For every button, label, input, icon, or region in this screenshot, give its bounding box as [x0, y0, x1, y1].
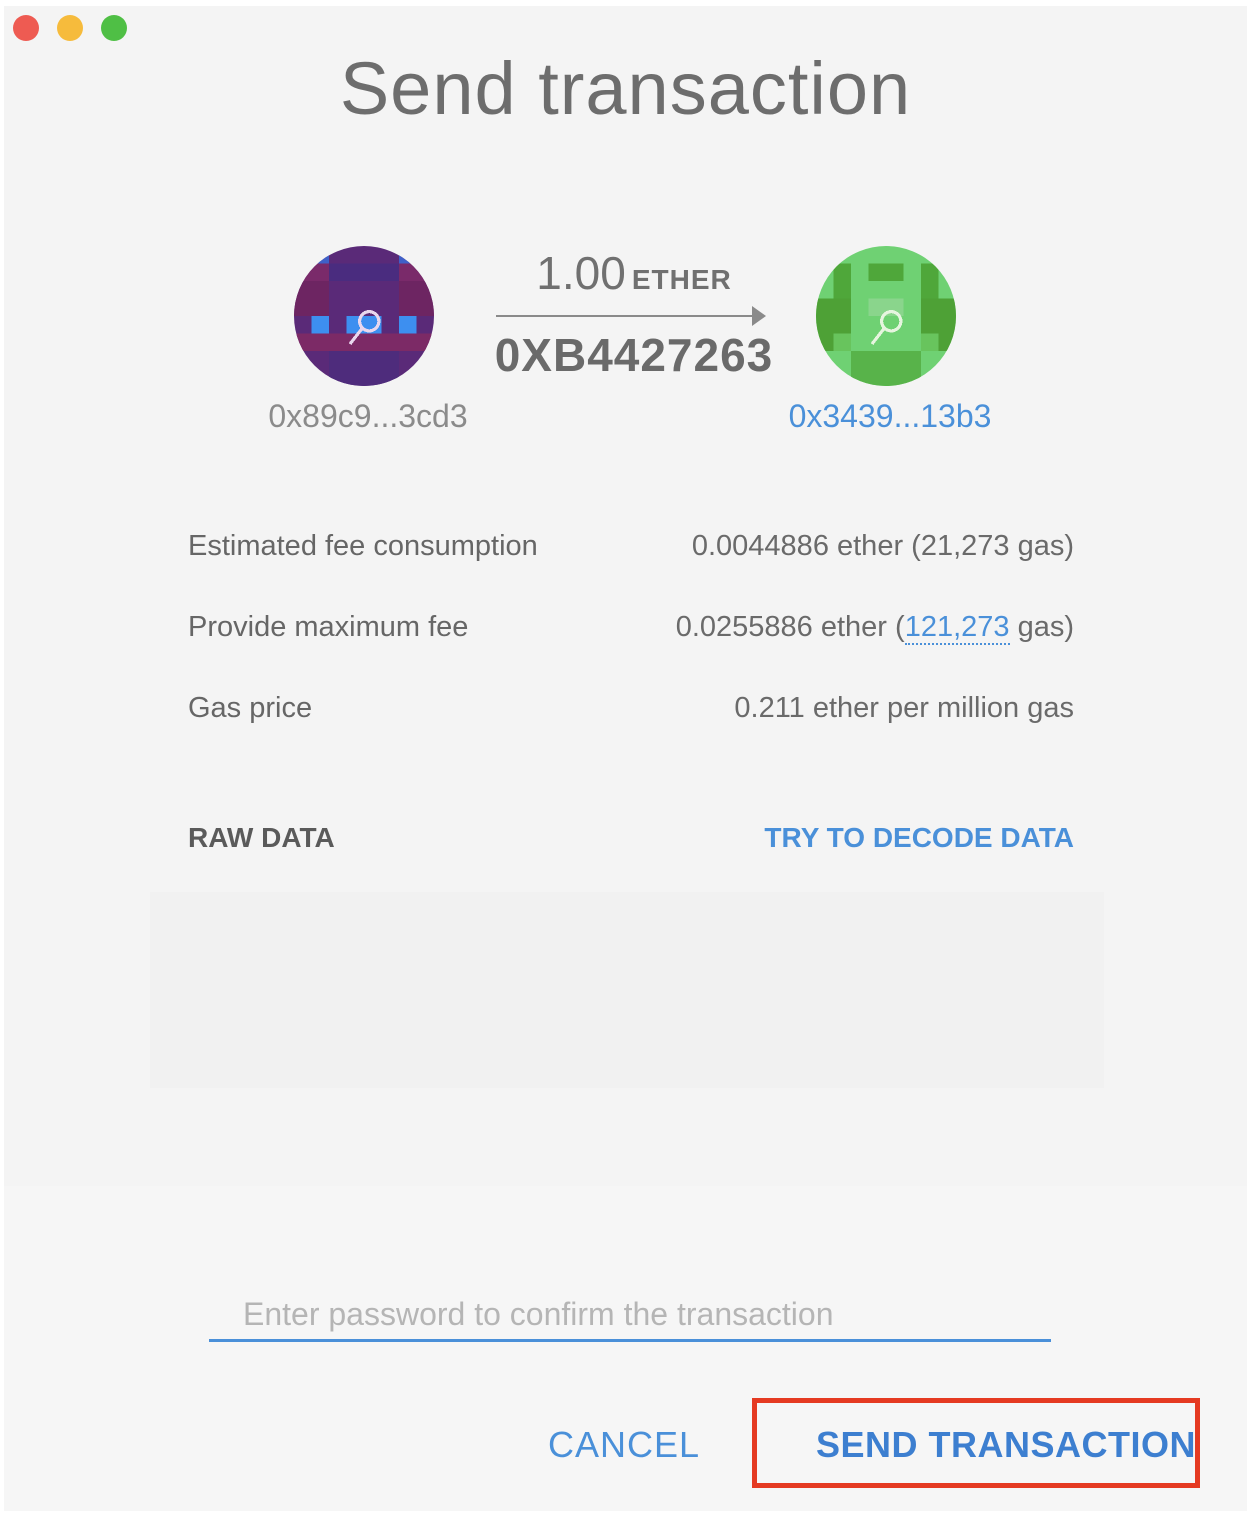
maximum-fee-value: 0.0255886 ether (121,273 gas) — [675, 610, 1074, 645]
amount-unit: ETHER — [631, 264, 732, 295]
from-account-identicon — [294, 246, 434, 386]
arrow-right-icon — [496, 306, 766, 326]
window-controls — [13, 15, 127, 41]
send-transaction-window: Send transaction 0x89c9...3cd3 1.00 ETHER — [4, 6, 1247, 1511]
raw-data-box[interactable] — [150, 892, 1104, 1088]
page-title: Send transaction — [339, 47, 912, 130]
estimated-fee-label: Estimated fee consumption — [188, 529, 538, 562]
close-window-button[interactable] — [13, 15, 39, 41]
gas-price-row: Gas price 0.211 ether per million gas — [188, 686, 1074, 730]
estimated-fee-row: Estimated fee consumption 0.0044886 ethe… — [188, 524, 1074, 568]
maximum-fee-row: Provide maximum fee 0.0255886 ether (121… — [188, 605, 1074, 649]
estimated-fee-value: 0.0044886 ether (21,273 gas) — [691, 529, 1074, 562]
amount-value: 1.00 — [536, 247, 626, 299]
gas-price-value: 0.211 ether per million gas — [734, 691, 1074, 724]
to-account-identicon[interactable] — [816, 246, 956, 386]
decode-data-link[interactable]: TRY TO DECODE DATA — [764, 822, 1074, 854]
recipient-label: 0XB4427263 — [494, 329, 774, 381]
raw-data-label: RAW DATA — [188, 822, 335, 853]
from-address: 0x89c9...3cd3 — [268, 398, 468, 434]
amount: 1.00 ETHER — [494, 246, 774, 300]
cancel-button[interactable]: CANCEL — [548, 1424, 700, 1466]
maximum-fee-prefix: 0.0255886 ether ( — [675, 610, 905, 643]
maximum-fee-suffix: gas) — [1009, 610, 1074, 643]
minimize-window-button[interactable] — [57, 15, 83, 41]
gas-price-label: Gas price — [188, 691, 313, 724]
gas-limit-link[interactable]: 121,273 — [904, 610, 1010, 645]
password-input[interactable] — [209, 1290, 1051, 1342]
to-address[interactable]: 0x3439...13b3 — [760, 398, 1020, 435]
send-transaction-button[interactable]: SEND TRANSACTION — [816, 1424, 1196, 1466]
maximum-fee-label: Provide maximum fee — [188, 610, 469, 643]
zoom-window-button[interactable] — [101, 15, 127, 41]
